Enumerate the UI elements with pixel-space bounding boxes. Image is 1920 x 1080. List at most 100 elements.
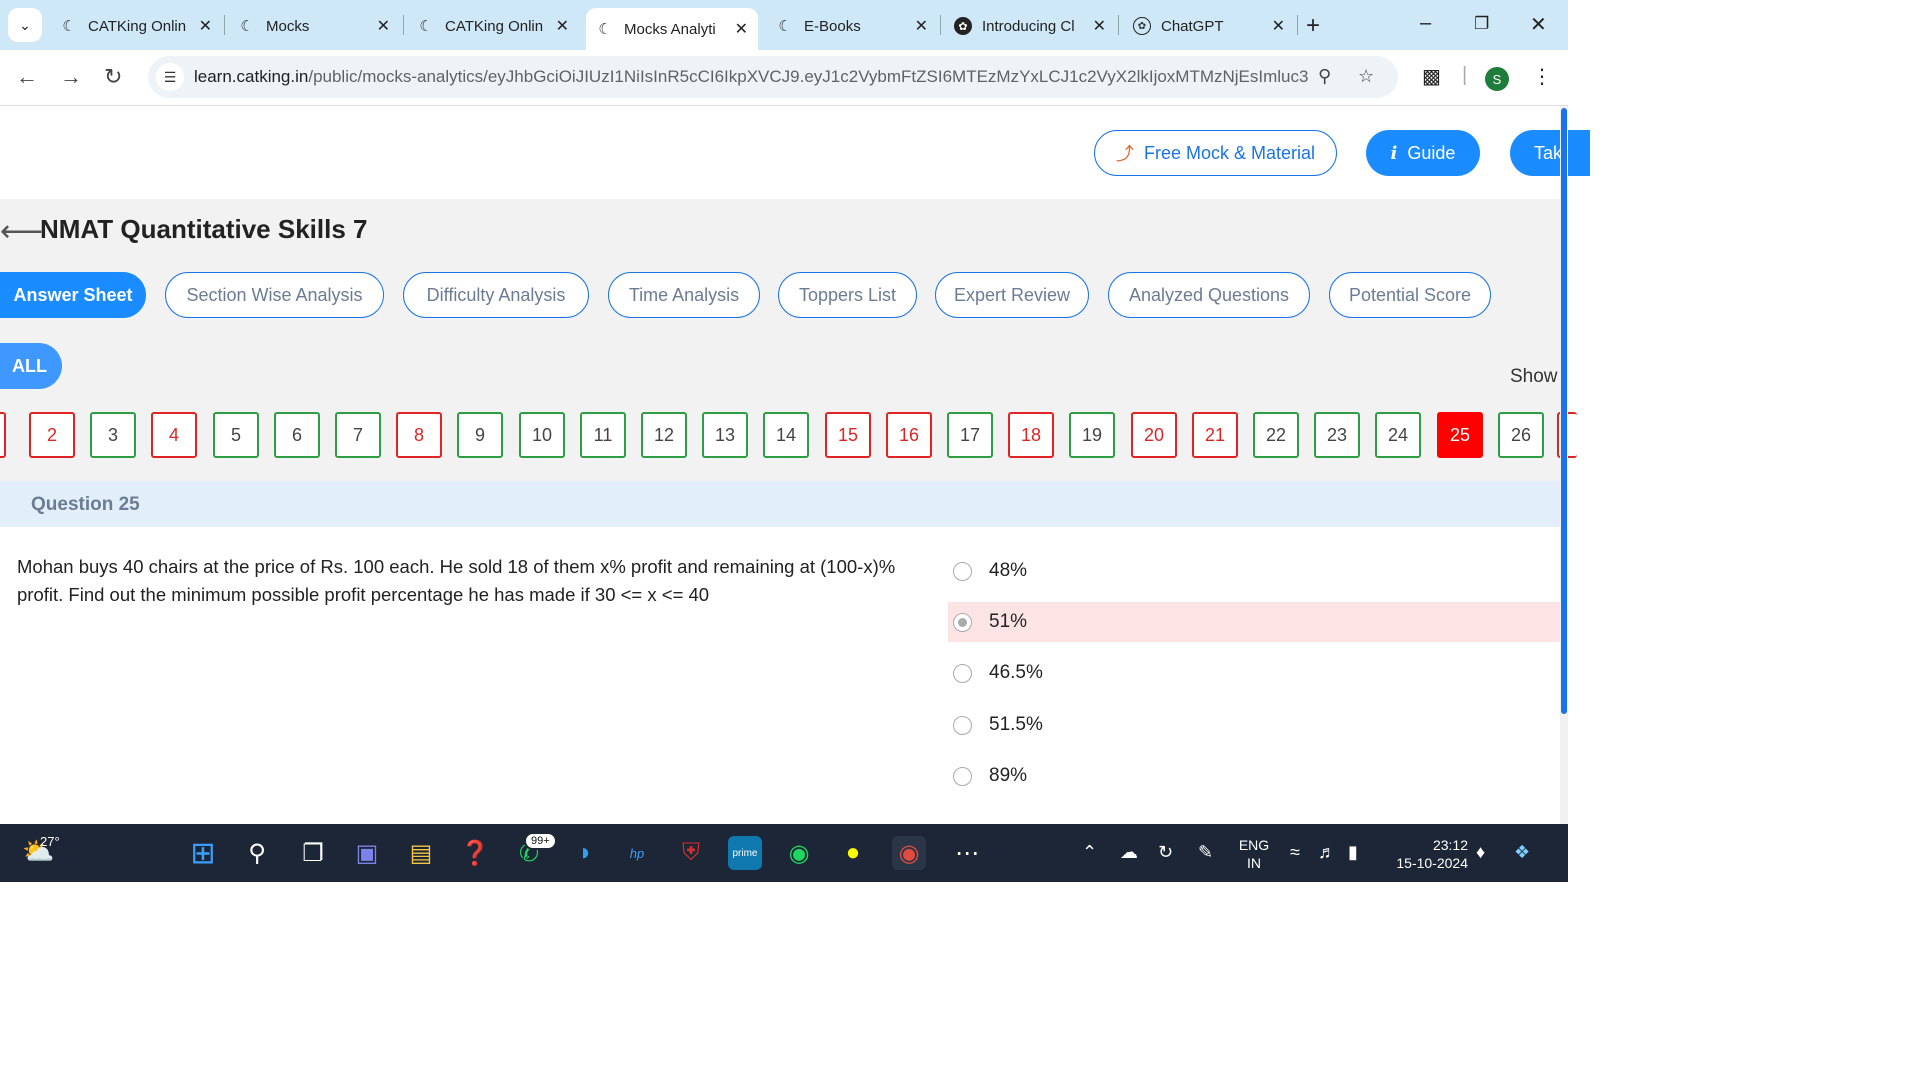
question-nav-12[interactable]: 12 [641, 412, 687, 458]
site-info-tune-icon[interactable]: ☰ [156, 63, 184, 91]
close-tab-icon[interactable]: ✕ [735, 19, 748, 39]
close-tab-icon[interactable]: ✕ [556, 16, 569, 36]
get-help-icon[interactable]: ❓ [458, 836, 492, 870]
question-nav-6[interactable]: 6 [274, 412, 320, 458]
file-explorer-icon[interactable]: ▤ [404, 836, 438, 870]
myhp-icon[interactable]: hp [620, 836, 654, 870]
minimize-icon[interactable]: – [1420, 12, 1431, 35]
browser-tab-1[interactable]: ☾ CATKing Onlin ✕ [50, 8, 222, 44]
close-tab-icon[interactable]: ✕ [1093, 16, 1106, 36]
reload-icon[interactable]: ↻ [104, 64, 122, 90]
tab-toppers-list[interactable]: Toppers List [778, 272, 917, 318]
pen-icon[interactable]: ✎ [1198, 842, 1213, 863]
browser-tab-3[interactable]: ☾ CATKing Onlin ✕ [407, 8, 579, 44]
question-nav-8[interactable]: 8 [396, 412, 442, 458]
browser-tab-5[interactable]: ☾ E-Books ✕ [766, 8, 938, 44]
question-nav-23[interactable]: 23 [1314, 412, 1360, 458]
new-tab-plus-icon[interactable]: + [1306, 12, 1320, 40]
extensions-puzzle-icon[interactable]: ▩ [1422, 64, 1441, 89]
free-mock-material-button[interactable]: ⤴ Free Mock & Material [1094, 130, 1337, 176]
tab-section-wise-analysis[interactable]: Section Wise Analysis [165, 272, 384, 318]
zoom-magnifier-icon[interactable]: ⚲ [1318, 66, 1331, 87]
back-icon[interactable]: ← [16, 64, 38, 90]
tab-answer-sheet[interactable]: Answer Sheet [0, 272, 146, 318]
question-nav-5[interactable]: 5 [213, 412, 259, 458]
question-nav-11[interactable]: 11 [580, 412, 626, 458]
back-arrow-icon[interactable]: ⟵ [0, 214, 43, 249]
option-b-selected-wrong[interactable]: 51% [948, 602, 1560, 642]
chrome-icon[interactable]: ◉ [892, 836, 926, 870]
tab-potential-score[interactable]: Potential Score [1329, 272, 1491, 318]
browser-tab-2[interactable]: ☾ Mocks ✕ [228, 8, 400, 44]
question-nav-15[interactable]: 15 [825, 412, 871, 458]
prime-video-icon[interactable]: prime [728, 836, 762, 870]
question-nav-24[interactable]: 24 [1375, 412, 1421, 458]
tab-analyzed-questions[interactable]: Analyzed Questions [1108, 272, 1310, 318]
question-nav-19[interactable]: 19 [1069, 412, 1115, 458]
snapchat-icon[interactable]: ● [836, 836, 870, 870]
copilot-icon[interactable]: ❖ [1514, 842, 1530, 863]
browser-tab-6[interactable]: ✿ Introducing Cl ✕ [944, 8, 1116, 44]
system-clock[interactable]: 23:12 15-10-2024 [1388, 836, 1468, 872]
notification-bell-icon[interactable]: ♦ [1476, 842, 1485, 863]
mcafee-icon[interactable]: ⛨ [674, 836, 708, 870]
radio-button-checked[interactable] [953, 612, 972, 632]
question-nav-21[interactable]: 21 [1192, 412, 1238, 458]
edge-icon[interactable]: ◑ [566, 836, 600, 870]
question-nav-9[interactable]: 9 [457, 412, 503, 458]
radio-button[interactable] [953, 663, 972, 683]
question-nav-16[interactable]: 16 [886, 412, 932, 458]
guide-button[interactable]: i Guide [1366, 130, 1480, 176]
question-nav-13[interactable]: 13 [702, 412, 748, 458]
question-nav-7[interactable]: 7 [335, 412, 381, 458]
radio-button[interactable] [953, 766, 972, 786]
sync-icon[interactable]: ↻ [1158, 842, 1173, 863]
wifi-icon[interactable]: ≈ [1290, 842, 1300, 863]
browser-menu-icon[interactable]: ⋮ [1532, 64, 1552, 89]
option-e[interactable]: 89% [948, 756, 1560, 796]
restore-icon[interactable]: ❐ [1474, 14, 1489, 34]
question-nav-22[interactable]: 22 [1253, 412, 1299, 458]
close-tab-icon[interactable]: ✕ [199, 16, 212, 36]
task-view-icon[interactable]: ❐ [296, 836, 330, 870]
browser-tab-4-active[interactable]: ☾ Mocks Analyti ✕ [586, 8, 758, 50]
profile-avatar[interactable]: S [1485, 67, 1509, 91]
question-nav-4[interactable]: 4 [151, 412, 197, 458]
forward-icon[interactable]: → [60, 64, 82, 90]
close-tab-icon[interactable]: ✕ [915, 16, 928, 36]
close-tab-icon[interactable]: ✕ [377, 16, 390, 36]
tab-time-analysis[interactable]: Time Analysis [608, 272, 760, 318]
bookmark-star-icon[interactable]: ☆ [1358, 66, 1374, 87]
tab-search-chevron-icon[interactable]: ⌄ [8, 8, 42, 42]
onedrive-cloud-icon[interactable]: ☁ [1120, 842, 1138, 863]
question-nav-18[interactable]: 18 [1008, 412, 1054, 458]
option-a[interactable]: 48% [948, 551, 1560, 591]
question-nav-1-partial[interactable] [0, 412, 6, 458]
question-nav-26[interactable]: 26 [1498, 412, 1544, 458]
windows-start-icon[interactable]: ⊞ [186, 836, 220, 870]
spotify-icon[interactable]: ◉ [782, 836, 816, 870]
question-nav-10[interactable]: 10 [519, 412, 565, 458]
browser-tab-7[interactable]: ✿ ChatGPT ✕ [1123, 8, 1295, 44]
radio-button[interactable] [953, 561, 972, 581]
question-nav-2[interactable]: 2 [29, 412, 75, 458]
url-text[interactable]: learn.catking.in/public/mocks-analytics/… [194, 67, 1309, 87]
teams-icon[interactable]: ▣ [350, 836, 384, 870]
show-toggle[interactable]: Show [1510, 366, 1558, 388]
take-test-button[interactable]: Tak [1510, 130, 1590, 176]
tray-chevron-up-icon[interactable]: ⌃ [1082, 842, 1097, 863]
battery-icon[interactable]: ▮ [1348, 842, 1358, 863]
language-indicator[interactable]: ENG IN [1238, 836, 1270, 872]
omnibox[interactable]: ☰ learn.catking.in/public/mocks-analytic… [148, 56, 1398, 98]
page-scrollbar-thumb[interactable] [1561, 108, 1567, 714]
question-nav-14[interactable]: 14 [763, 412, 809, 458]
more-apps-icon[interactable]: ⋯ [950, 836, 984, 870]
window-close-icon[interactable]: ✕ [1530, 12, 1547, 37]
search-icon[interactable]: ⚲ [240, 836, 274, 870]
option-d[interactable]: 51.5% [948, 705, 1560, 745]
volume-icon[interactable]: ♬ [1318, 842, 1336, 863]
question-nav-3[interactable]: 3 [90, 412, 136, 458]
close-tab-icon[interactable]: ✕ [1272, 16, 1285, 36]
filter-all-button[interactable]: ALL [0, 343, 62, 389]
tab-difficulty-analysis[interactable]: Difficulty Analysis [403, 272, 589, 318]
